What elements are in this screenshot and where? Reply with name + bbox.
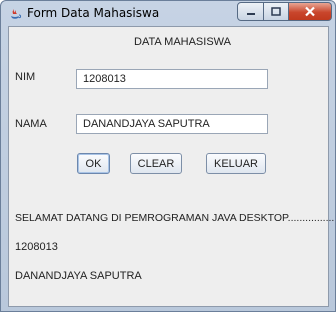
form-panel: DATA MAHASISWA NIM 1208013 NAMA DANANDJA… — [8, 26, 334, 307]
output-nama: DANANDJAYA SAPUTRA — [15, 270, 142, 282]
output-nim: 1208013 — [15, 241, 58, 253]
java-app-icon — [7, 5, 23, 21]
close-icon — [305, 6, 315, 17]
nama-label: NAMA — [15, 118, 47, 130]
title-bar[interactable]: Form Data Mahasiswa — [1, 1, 335, 25]
maximize-icon — [271, 6, 281, 16]
nim-label: NIM — [15, 71, 36, 83]
close-button[interactable] — [289, 2, 332, 21]
minimize-button[interactable] — [237, 2, 264, 21]
clear-button[interactable]: CLEAR — [130, 153, 182, 174]
app-window: Form Data Mahasiswa DATA MAHASISWA NIM 1… — [0, 0, 336, 312]
window-controls — [237, 2, 332, 21]
nim-input[interactable]: 1208013 — [76, 69, 268, 89]
keluar-button[interactable]: KELUAR — [206, 153, 266, 174]
form-heading: DATA MAHASISWA — [134, 36, 231, 48]
welcome-message: SELAMAT DATANG DI PEMROGRAMAN JAVA DESKT… — [15, 212, 335, 224]
ok-button[interactable]: OK — [77, 153, 110, 174]
maximize-button[interactable] — [264, 2, 289, 21]
nama-input[interactable]: DANANDJAYA SAPUTRA — [76, 114, 268, 134]
window-title: Form Data Mahasiswa — [27, 6, 160, 20]
minimize-icon — [246, 12, 255, 15]
